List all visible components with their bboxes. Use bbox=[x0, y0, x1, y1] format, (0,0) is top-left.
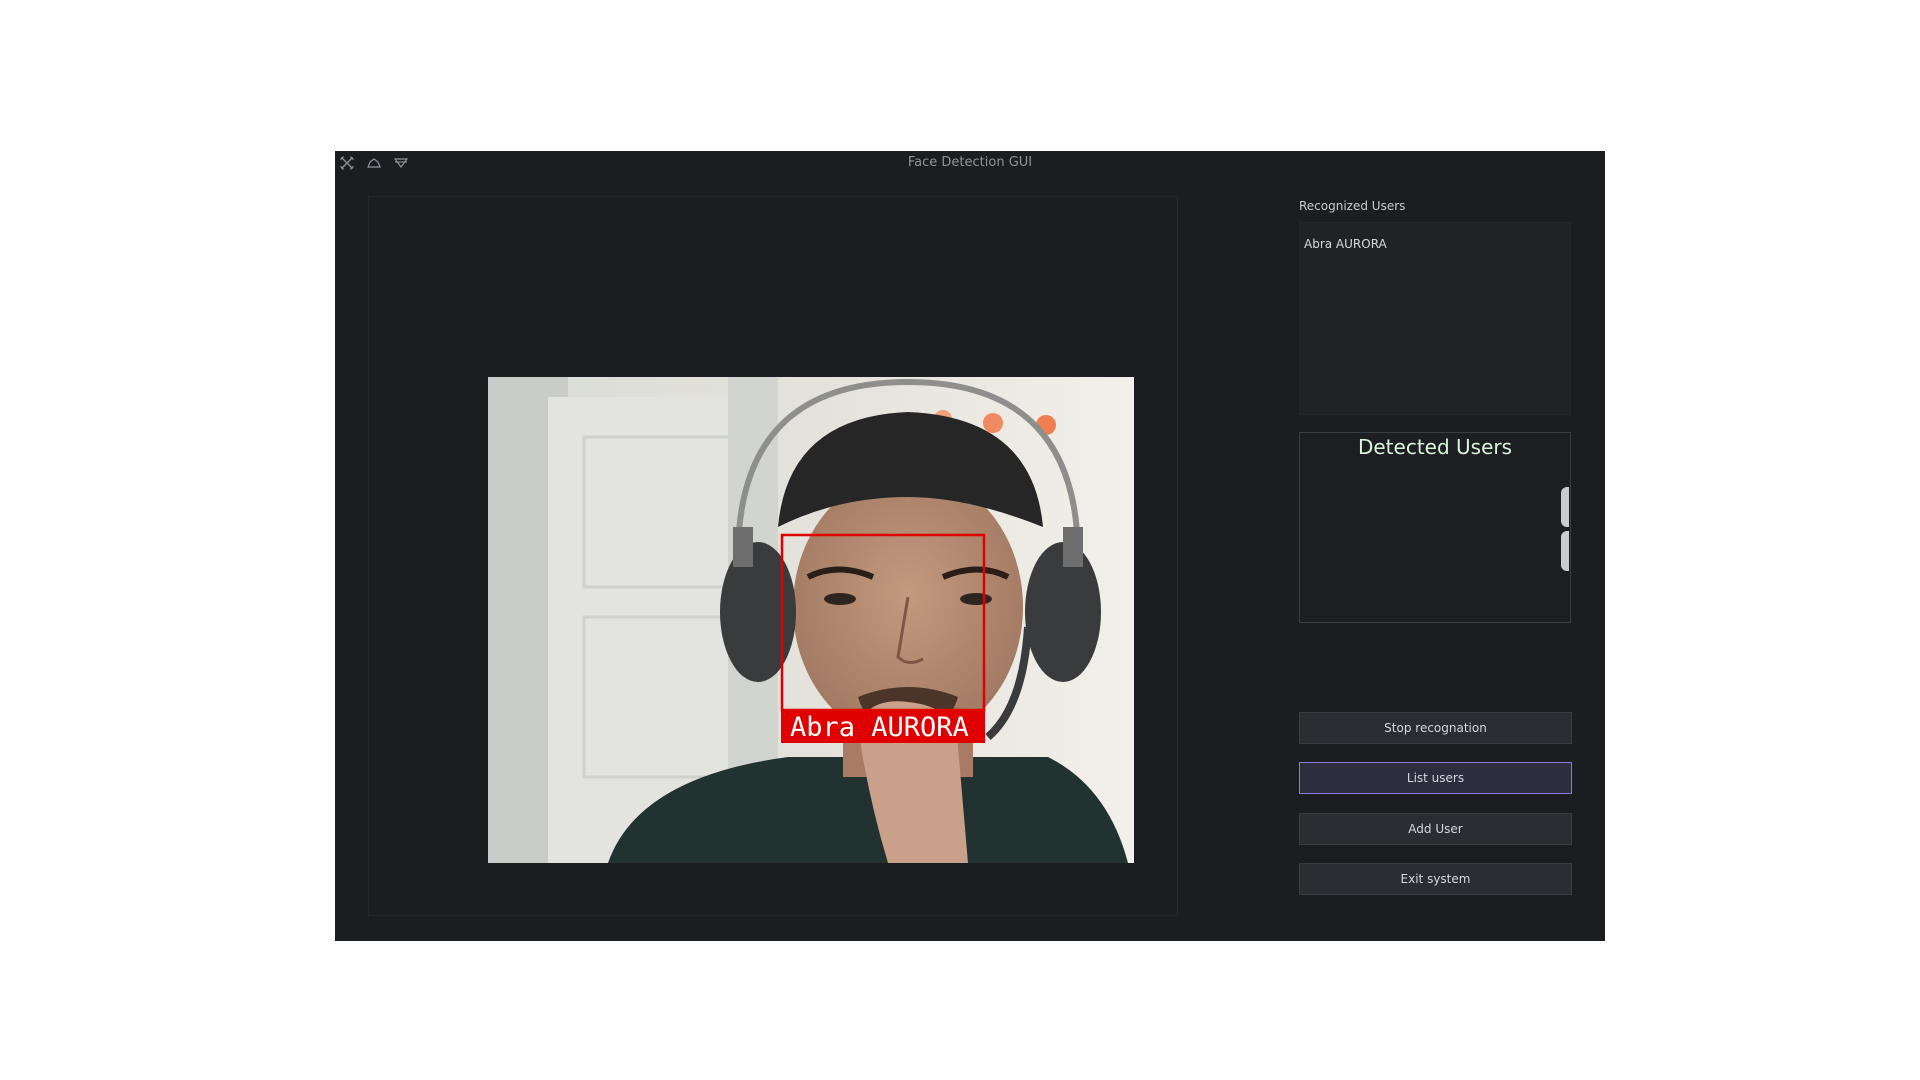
recognized-users-list[interactable]: Abra AURORA bbox=[1299, 222, 1571, 415]
app-window: Face Detection GUI Abra AURORA Recognize… bbox=[335, 151, 1605, 941]
video-panel: Abra AURORA bbox=[368, 196, 1178, 916]
camera-feed: Abra AURORA bbox=[488, 377, 1134, 863]
list-users-button[interactable]: List users bbox=[1299, 762, 1572, 794]
scroll-handle-down[interactable] bbox=[1561, 531, 1569, 571]
stop-recognition-button[interactable]: Stop recognation bbox=[1299, 712, 1572, 744]
detected-users-title: Detected Users bbox=[1357, 435, 1513, 459]
camera-image: Abra AURORA bbox=[488, 377, 1134, 863]
exit-system-button[interactable]: Exit system bbox=[1299, 863, 1572, 895]
face-label: Abra AURORA bbox=[790, 712, 969, 743]
titlebar: Face Detection GUI bbox=[335, 151, 1605, 175]
add-user-button[interactable]: Add User bbox=[1299, 813, 1572, 845]
list-item[interactable]: Abra AURORA bbox=[1304, 237, 1387, 251]
scroll-handle-up[interactable] bbox=[1561, 487, 1569, 527]
detected-users-panel: Detected Users bbox=[1299, 432, 1571, 623]
window-title: Face Detection GUI bbox=[907, 155, 1033, 170]
recognized-users-label: Recognized Users bbox=[1299, 199, 1406, 213]
